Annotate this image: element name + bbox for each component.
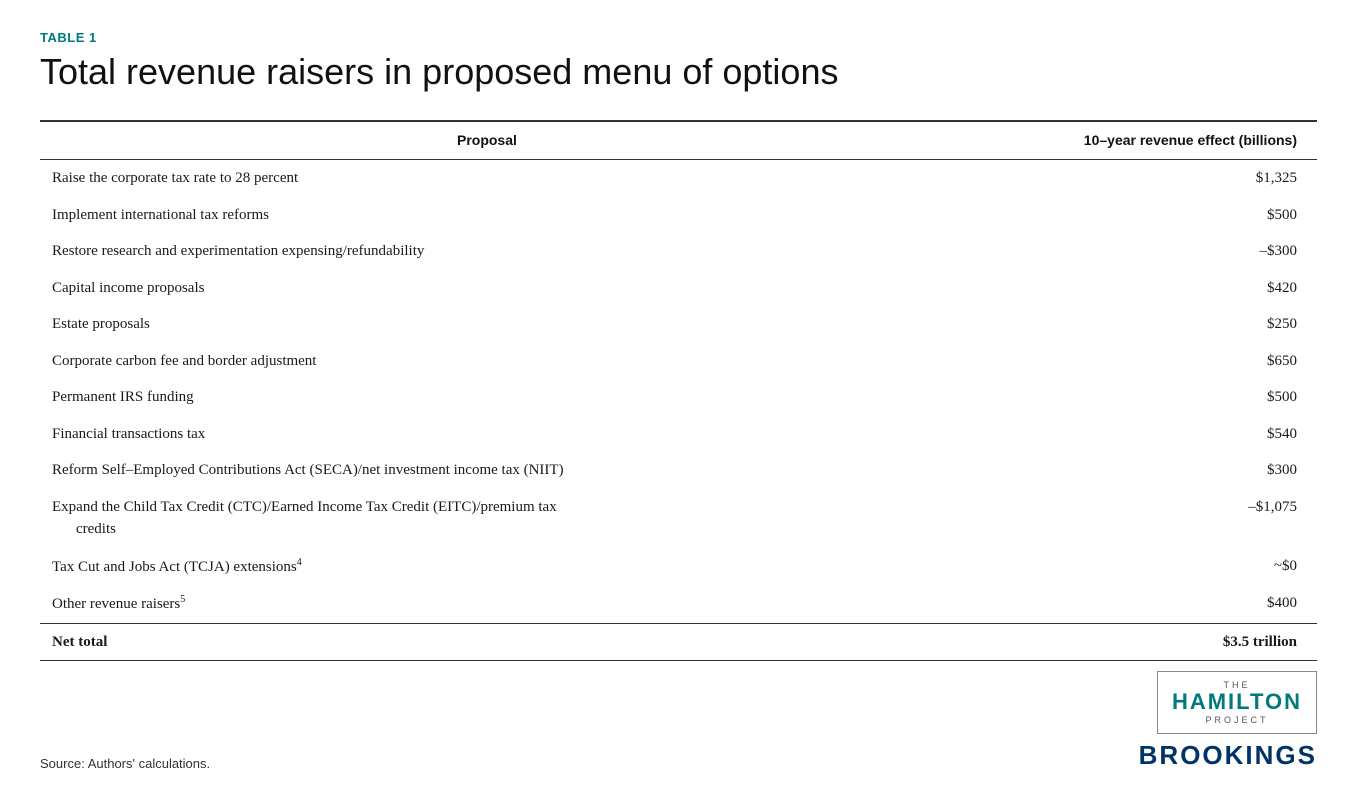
proposal-cell: Restore research and experimentation exp… bbox=[40, 233, 934, 270]
revenue-cell: $1,325 bbox=[934, 160, 1317, 197]
proposal-cell: Corporate carbon fee and border adjustme… bbox=[40, 343, 934, 380]
table-row: Raise the corporate tax rate to 28 perce… bbox=[40, 160, 1317, 197]
table-row: Implement international tax reforms$500 bbox=[40, 197, 1317, 234]
net-total-row: Net total$3.5 trillion bbox=[40, 623, 1317, 661]
proposal-cell: Estate proposals bbox=[40, 306, 934, 343]
revenue-cell: –$1,075 bbox=[934, 489, 1317, 548]
revenue-cell: $540 bbox=[934, 416, 1317, 453]
brookings-logo: BROOKINGS bbox=[1139, 740, 1317, 771]
source-text: Source: Authors' calculations. bbox=[40, 756, 210, 771]
revenue-cell: ~$0 bbox=[934, 548, 1317, 586]
table-row: Tax Cut and Jobs Act (TCJA) extensions4~… bbox=[40, 548, 1317, 586]
column-header-proposal: Proposal bbox=[40, 121, 934, 160]
proposal-cell: Other revenue raisers5 bbox=[40, 585, 934, 623]
revenue-cell: $500 bbox=[934, 379, 1317, 416]
table-label: TABLE 1 bbox=[40, 30, 1317, 45]
proposal-cell: Reform Self–Employed Contributions Act (… bbox=[40, 452, 934, 489]
proposal-cell: Raise the corporate tax rate to 28 perce… bbox=[40, 160, 934, 197]
table-row: Reform Self–Employed Contributions Act (… bbox=[40, 452, 1317, 489]
proposal-cell: Implement international tax reforms bbox=[40, 197, 934, 234]
table-row: Capital income proposals$420 bbox=[40, 270, 1317, 307]
table-row: Estate proposals$250 bbox=[40, 306, 1317, 343]
table-row: Expand the Child Tax Credit (CTC)/Earned… bbox=[40, 489, 1317, 548]
proposal-cell: Expand the Child Tax Credit (CTC)/Earned… bbox=[40, 489, 934, 548]
revenue-cell: –$300 bbox=[934, 233, 1317, 270]
net-total-label: Net total bbox=[40, 623, 934, 661]
revenue-cell: $650 bbox=[934, 343, 1317, 380]
proposal-cell: Tax Cut and Jobs Act (TCJA) extensions4 bbox=[40, 548, 934, 586]
table-row: Permanent IRS funding$500 bbox=[40, 379, 1317, 416]
table-title: Total revenue raisers in proposed menu o… bbox=[40, 51, 1317, 92]
revenue-table: Proposal 10–year revenue effect (billion… bbox=[40, 120, 1317, 661]
revenue-cell: $420 bbox=[934, 270, 1317, 307]
proposal-cell: Permanent IRS funding bbox=[40, 379, 934, 416]
hamilton-project: PROJECT bbox=[1205, 715, 1268, 725]
footer-area: Source: Authors' calculations. THE HAMIL… bbox=[40, 671, 1317, 770]
hamilton-main: HAMILTON bbox=[1172, 690, 1302, 714]
revenue-cell: $250 bbox=[934, 306, 1317, 343]
revenue-cell: $300 bbox=[934, 452, 1317, 489]
table-row: Other revenue raisers5$400 bbox=[40, 585, 1317, 623]
hamilton-logo: THE HAMILTON PROJECT bbox=[1157, 671, 1317, 733]
proposal-cell: Capital income proposals bbox=[40, 270, 934, 307]
proposal-cell: Financial transactions tax bbox=[40, 416, 934, 453]
table-row: Restore research and experimentation exp… bbox=[40, 233, 1317, 270]
table-row: Financial transactions tax$540 bbox=[40, 416, 1317, 453]
logo-area: THE HAMILTON PROJECT BROOKINGS bbox=[1139, 671, 1317, 770]
column-header-revenue: 10–year revenue effect (billions) bbox=[934, 121, 1317, 160]
table-row: Corporate carbon fee and border adjustme… bbox=[40, 343, 1317, 380]
revenue-cell: $400 bbox=[934, 585, 1317, 623]
revenue-cell: $500 bbox=[934, 197, 1317, 234]
net-total-value: $3.5 trillion bbox=[934, 623, 1317, 661]
